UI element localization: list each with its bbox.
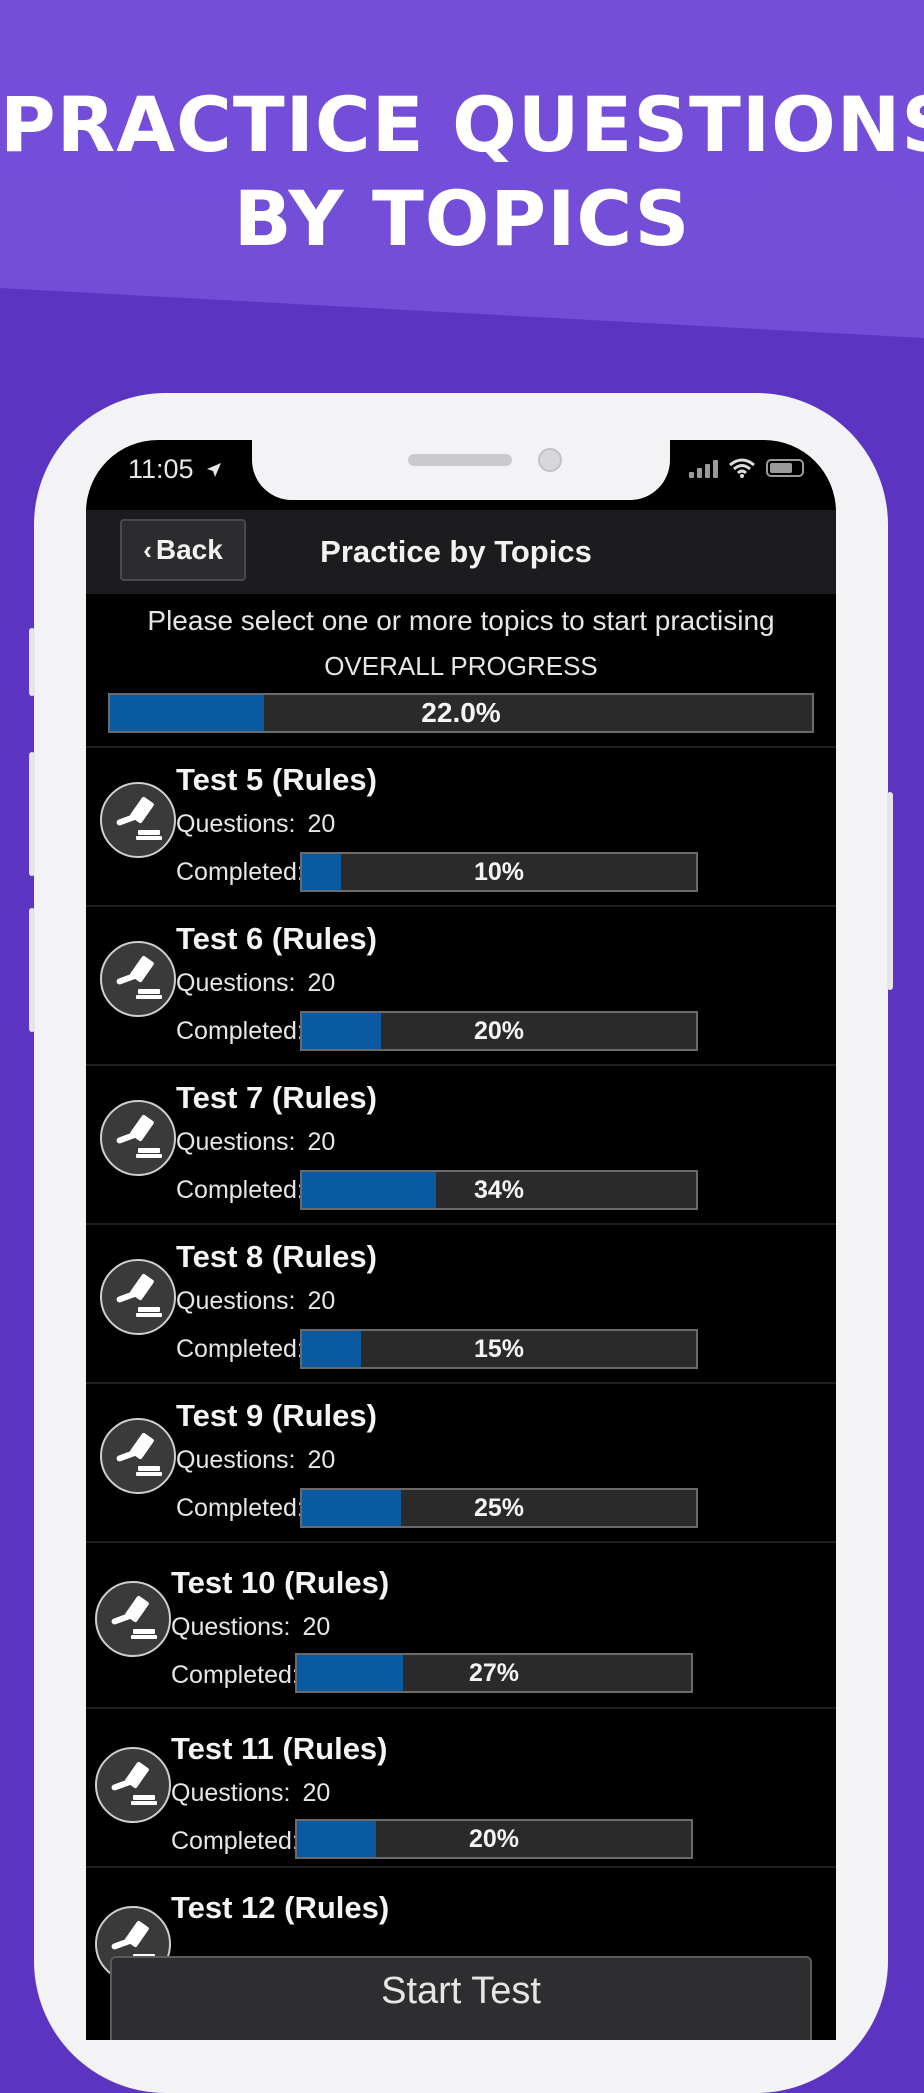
topic-progress-bar: 20% (300, 1011, 698, 1051)
topic-progress-bar: 10% (300, 852, 698, 892)
gavel-icon (95, 1747, 171, 1823)
gavel-icon (100, 941, 176, 1017)
topic-questions: Questions: 20 (171, 1779, 330, 1808)
questions-label: Questions: (171, 1613, 291, 1641)
completed-label: Completed: (171, 1661, 299, 1689)
completed-label: Completed: (176, 858, 304, 886)
questions-count: 20 (307, 1446, 336, 1474)
topic-progress-value: 27% (468, 1658, 520, 1687)
topic-title: Test 9 (Rules) (176, 1398, 377, 1433)
topic-questions: Questions: 20 (176, 1128, 335, 1157)
status-time: 11:05 (128, 454, 223, 485)
questions-label: Questions: (176, 1446, 296, 1474)
questions-count: 20 (307, 969, 336, 997)
completed-label: Completed: (171, 1827, 299, 1855)
completed-label: Completed: (176, 1017, 304, 1045)
gavel-icon (100, 1418, 176, 1494)
topic-row[interactable]: Test 9 (Rules) Questions: 20 Completed: 25% (86, 1382, 836, 1541)
topic-list[interactable]: Test 5 (Rules) Questions: 20 Completed: 10% T… (86, 746, 836, 2025)
questions-label: Questions: (176, 969, 296, 997)
topic-title: Test 10 (Rules) (171, 1565, 390, 1600)
cellular-signal-icon (689, 458, 718, 478)
headline-line-2: BY TOPICS (233, 174, 691, 263)
overall-progress-bar: 22.0% (108, 693, 814, 733)
headline-line-1: PRACTICE QUESTIONS (0, 80, 924, 169)
topic-row[interactable]: Test 5 (Rules) Questions: 20 Completed: 10% (86, 746, 836, 905)
speaker (408, 454, 512, 466)
phone-volume-up (29, 752, 35, 876)
navigation-bar: ‹ Back Practice by Topics (86, 510, 836, 594)
status-time-text: 11:05 (128, 454, 194, 484)
topic-title: Test 5 (Rules) (176, 762, 377, 797)
topic-progress-value: 34% (473, 1175, 525, 1204)
questions-label: Questions: (171, 1779, 291, 1807)
topic-progress-value: 10% (473, 857, 525, 886)
topic-title: Test 6 (Rules) (176, 921, 377, 956)
topic-row[interactable]: Test 7 (Rules) Questions: 20 Completed: 34% (86, 1064, 836, 1223)
topic-title: Test 8 (Rules) (176, 1239, 377, 1274)
gavel-icon (100, 782, 176, 858)
topic-progress-bar: 25% (300, 1488, 698, 1528)
topic-questions: Questions: 20 (176, 969, 335, 998)
notch (252, 440, 670, 500)
headline: PRACTICE QUESTIONS BY TOPICS (0, 78, 924, 266)
topic-row[interactable]: Test 10 (Rules) Questions: 20 Completed: 27% (86, 1541, 836, 1707)
topic-row[interactable]: Test 8 (Rules) Questions: 20 Completed: 15% (86, 1223, 836, 1382)
topic-title: Test 7 (Rules) (176, 1080, 377, 1115)
page-title: Practice by Topics (320, 534, 592, 569)
topic-progress-bar: 15% (300, 1329, 698, 1369)
questions-label: Questions: (176, 1128, 296, 1156)
instruction-text: Please select one or more topics to star… (147, 605, 775, 636)
questions-count: 20 (302, 1779, 331, 1807)
phone-power-button (887, 792, 893, 990)
completed-label: Completed: (176, 1335, 304, 1363)
questions-count: 20 (307, 1128, 336, 1156)
completed-label: Completed: (176, 1494, 304, 1522)
overall-progress-label: OVERALL PROGRESS (324, 651, 598, 681)
topic-row[interactable]: Test 11 (Rules) Questions: 20 Completed: 20% (86, 1707, 836, 1866)
topic-questions: Questions: 20 (171, 1613, 330, 1642)
topic-questions: Questions: 20 (176, 1287, 335, 1316)
topic-questions: Questions: 20 (176, 810, 335, 839)
back-button-label: Back (155, 534, 223, 565)
gavel-icon (100, 1259, 176, 1335)
gavel-icon (95, 1581, 171, 1657)
topic-progress-value: 15% (473, 1334, 525, 1363)
topic-questions: Questions: 20 (176, 1446, 335, 1475)
phone-mute-switch (29, 628, 35, 696)
topic-progress-value: 25% (473, 1493, 525, 1522)
completed-label: Completed: (176, 1176, 304, 1204)
questions-label: Questions: (176, 1287, 296, 1315)
questions-label: Questions: (176, 810, 296, 838)
chevron-left-icon: ‹ (143, 534, 152, 565)
topic-progress-bar: 27% (295, 1653, 693, 1693)
phone-volume-down (29, 908, 35, 1032)
questions-count: 20 (302, 1613, 331, 1641)
location-arrow-icon (207, 463, 222, 477)
battery-icon (766, 459, 804, 477)
overall-progress-value: 22.0% (421, 697, 501, 728)
front-camera (538, 448, 562, 472)
topic-title: Test 12 (Rules) (171, 1890, 390, 1925)
gavel-icon (100, 1100, 176, 1176)
start-test-button[interactable]: Start Test (110, 1956, 812, 2040)
questions-count: 20 (307, 1287, 336, 1315)
wifi-icon (729, 458, 755, 478)
topic-progress-bar: 20% (295, 1819, 693, 1859)
topic-title: Test 11 (Rules) (171, 1731, 388, 1766)
topic-progress-value: 20% (473, 1016, 525, 1045)
status-icons (689, 458, 804, 478)
topic-progress-bar: 34% (300, 1170, 698, 1210)
questions-count: 20 (307, 810, 336, 838)
topic-progress-value: 20% (468, 1824, 520, 1853)
phone-screen: 11:05 ‹ Back Practice by Topics Please s… (86, 440, 836, 2040)
topic-row[interactable]: Test 6 (Rules) Questions: 20 Completed: 20% (86, 905, 836, 1064)
